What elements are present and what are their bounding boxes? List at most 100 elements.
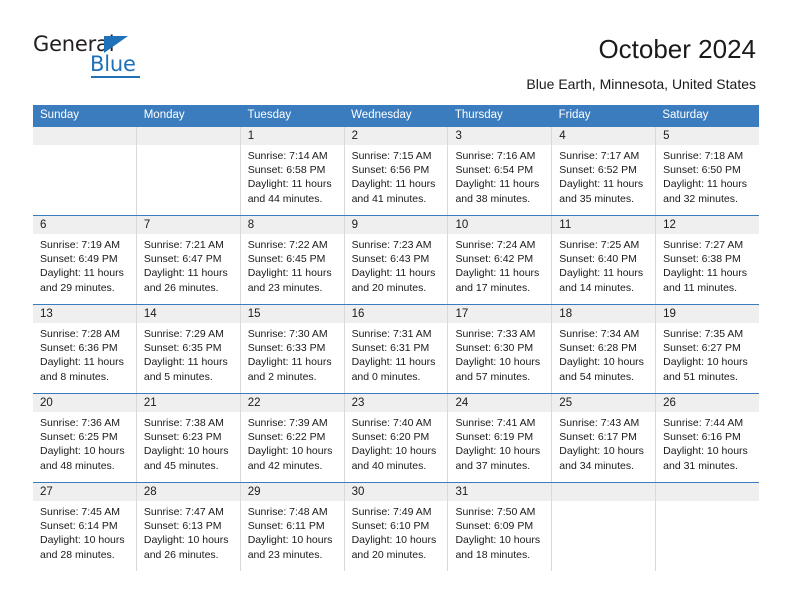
day-cell[interactable]: 30 Sunrise: 7:49 AM Sunset: 6:10 PM Dayl… bbox=[344, 483, 449, 571]
daylight-text-line1: Daylight: 11 hours bbox=[351, 267, 436, 280]
sunrise-text: Sunrise: 7:15 AM bbox=[351, 150, 432, 162]
sunrise-text: Sunrise: 7:49 AM bbox=[351, 506, 432, 518]
weekday-header-tuesday: Tuesday bbox=[247, 109, 292, 121]
day-details: Sunrise: 7:17 AM Sunset: 6:52 PM Dayligh… bbox=[552, 145, 655, 206]
day-cell[interactable]: 6 Sunrise: 7:19 AM Sunset: 6:49 PM Dayli… bbox=[33, 216, 137, 304]
day-cell[interactable]: 17 Sunrise: 7:33 AM Sunset: 6:30 PM Dayl… bbox=[448, 305, 553, 393]
daylight-text-line1: Daylight: 10 hours bbox=[455, 356, 541, 369]
day-cell[interactable] bbox=[552, 483, 657, 571]
sunrise-text: Sunrise: 7:23 AM bbox=[351, 239, 432, 251]
daylight-text-line2: and 5 minutes. bbox=[143, 370, 213, 383]
sunrise-text: Sunrise: 7:39 AM bbox=[247, 417, 328, 429]
daylight-text-line1: Daylight: 11 hours bbox=[247, 356, 332, 369]
day-cell[interactable]: 20 Sunrise: 7:36 AM Sunset: 6:25 PM Dayl… bbox=[33, 394, 137, 482]
day-number: 17 bbox=[448, 305, 552, 323]
sunset-text: Sunset: 6:09 PM bbox=[455, 520, 534, 533]
daylight-text-line2: and 23 minutes. bbox=[247, 548, 323, 561]
day-number: 26 bbox=[656, 394, 760, 412]
day-details: Sunrise: 7:24 AM Sunset: 6:42 PM Dayligh… bbox=[448, 234, 551, 295]
daylight-text-line2: and 20 minutes. bbox=[351, 548, 427, 561]
day-cell[interactable]: 8 Sunrise: 7:22 AM Sunset: 6:45 PM Dayli… bbox=[240, 216, 345, 304]
day-cell[interactable]: 4 Sunrise: 7:17 AM Sunset: 6:52 PM Dayli… bbox=[552, 127, 657, 215]
page-header: General Blue October 2024 Blue Earth, Mi… bbox=[0, 0, 792, 104]
day-cell[interactable]: 12 Sunrise: 7:27 AM Sunset: 6:38 PM Dayl… bbox=[656, 216, 760, 304]
day-cell[interactable]: 13 Sunrise: 7:28 AM Sunset: 6:36 PM Dayl… bbox=[33, 305, 137, 393]
day-cell[interactable] bbox=[136, 127, 241, 215]
sunset-text: Sunset: 6:58 PM bbox=[247, 164, 326, 177]
weekday-header-thursday: Thursday bbox=[454, 109, 503, 121]
day-number: 27 bbox=[33, 483, 136, 501]
general-blue-logo[interactable]: General Blue bbox=[33, 33, 213, 83]
sunrise-text: Sunrise: 7:21 AM bbox=[143, 239, 224, 251]
calendar-page: General Blue October 2024 Blue Earth, Mi… bbox=[0, 0, 792, 612]
day-cell[interactable] bbox=[33, 127, 137, 215]
logo-underline bbox=[91, 76, 140, 78]
day-cell[interactable]: 26 Sunrise: 7:44 AM Sunset: 6:16 PM Dayl… bbox=[656, 394, 760, 482]
week-row: 20 Sunrise: 7:36 AM Sunset: 6:25 PM Dayl… bbox=[33, 393, 760, 482]
day-cell[interactable]: 14 Sunrise: 7:29 AM Sunset: 6:35 PM Dayl… bbox=[136, 305, 241, 393]
day-number: 6 bbox=[33, 216, 136, 234]
day-cell[interactable]: 29 Sunrise: 7:48 AM Sunset: 6:11 PM Dayl… bbox=[240, 483, 345, 571]
sunrise-text: Sunrise: 7:17 AM bbox=[559, 150, 640, 162]
daylight-text-line2: and 28 minutes. bbox=[40, 548, 115, 561]
daylight-text-line1: Daylight: 11 hours bbox=[663, 178, 748, 191]
day-cell[interactable]: 21 Sunrise: 7:38 AM Sunset: 6:23 PM Dayl… bbox=[136, 394, 241, 482]
day-details: Sunrise: 7:22 AM Sunset: 6:45 PM Dayligh… bbox=[241, 234, 344, 295]
daylight-text-line2: and 32 minutes. bbox=[663, 192, 738, 205]
day-cell[interactable]: 22 Sunrise: 7:39 AM Sunset: 6:22 PM Dayl… bbox=[240, 394, 345, 482]
day-details: Sunrise: 7:16 AM Sunset: 6:54 PM Dayligh… bbox=[448, 145, 551, 206]
day-cell[interactable]: 1 Sunrise: 7:14 AM Sunset: 6:58 PM Dayli… bbox=[240, 127, 345, 215]
day-cell[interactable] bbox=[656, 483, 760, 571]
day-cell[interactable]: 31 Sunrise: 7:50 AM Sunset: 6:09 PM Dayl… bbox=[448, 483, 553, 571]
day-number: 29 bbox=[240, 483, 344, 501]
day-cell[interactable]: 2 Sunrise: 7:15 AM Sunset: 6:56 PM Dayli… bbox=[344, 127, 449, 215]
day-cell[interactable]: 10 Sunrise: 7:24 AM Sunset: 6:42 PM Dayl… bbox=[448, 216, 553, 304]
day-number: 5 bbox=[656, 127, 760, 145]
sunset-text: Sunset: 6:33 PM bbox=[247, 342, 326, 355]
weekday-header-row: Sunday Monday Tuesday Wednesday Thursday… bbox=[33, 105, 759, 126]
day-cell[interactable]: 16 Sunrise: 7:31 AM Sunset: 6:31 PM Dayl… bbox=[344, 305, 449, 393]
day-cell[interactable]: 19 Sunrise: 7:35 AM Sunset: 6:27 PM Dayl… bbox=[656, 305, 760, 393]
daylight-text-line2: and 57 minutes. bbox=[455, 370, 531, 383]
daylight-text-line1: Daylight: 10 hours bbox=[143, 534, 229, 547]
weekday-header-monday: Monday bbox=[143, 109, 185, 121]
daylight-text-line1: Daylight: 10 hours bbox=[455, 534, 541, 547]
day-cell[interactable]: 3 Sunrise: 7:16 AM Sunset: 6:54 PM Dayli… bbox=[448, 127, 553, 215]
day-details: Sunrise: 7:45 AM Sunset: 6:14 PM Dayligh… bbox=[33, 501, 136, 562]
day-details: Sunrise: 7:23 AM Sunset: 6:43 PM Dayligh… bbox=[345, 234, 448, 295]
day-cell[interactable]: 18 Sunrise: 7:34 AM Sunset: 6:28 PM Dayl… bbox=[552, 305, 657, 393]
sunset-text: Sunset: 6:19 PM bbox=[455, 431, 534, 444]
day-number: 30 bbox=[344, 483, 448, 501]
page-title: October 2024 bbox=[598, 34, 756, 64]
day-cell[interactable]: 28 Sunrise: 7:47 AM Sunset: 6:13 PM Dayl… bbox=[136, 483, 241, 571]
sunset-text: Sunset: 6:45 PM bbox=[247, 253, 326, 266]
day-number: 20 bbox=[33, 394, 136, 412]
day-details: Sunrise: 7:38 AM Sunset: 6:23 PM Dayligh… bbox=[137, 412, 240, 473]
day-cell[interactable]: 25 Sunrise: 7:43 AM Sunset: 6:17 PM Dayl… bbox=[552, 394, 657, 482]
day-number: 4 bbox=[552, 127, 656, 145]
day-details: Sunrise: 7:48 AM Sunset: 6:11 PM Dayligh… bbox=[241, 501, 344, 562]
day-number: 2 bbox=[344, 127, 448, 145]
day-cell[interactable]: 7 Sunrise: 7:21 AM Sunset: 6:47 PM Dayli… bbox=[136, 216, 241, 304]
sunset-text: Sunset: 6:28 PM bbox=[559, 342, 637, 355]
day-cell[interactable]: 23 Sunrise: 7:40 AM Sunset: 6:20 PM Dayl… bbox=[344, 394, 449, 482]
sunset-text: Sunset: 6:40 PM bbox=[559, 253, 637, 266]
daylight-text-line2: and 42 minutes. bbox=[247, 459, 323, 472]
sunset-text: Sunset: 6:50 PM bbox=[663, 164, 741, 177]
sunset-text: Sunset: 6:31 PM bbox=[351, 342, 430, 355]
day-cell[interactable]: 24 Sunrise: 7:41 AM Sunset: 6:19 PM Dayl… bbox=[448, 394, 553, 482]
day-number: 24 bbox=[448, 394, 552, 412]
sunrise-text: Sunrise: 7:41 AM bbox=[455, 417, 536, 429]
daylight-text-line2: and 41 minutes. bbox=[351, 192, 427, 205]
daylight-text-line2: and 31 minutes. bbox=[663, 459, 738, 472]
day-number bbox=[552, 483, 656, 501]
day-details bbox=[552, 501, 655, 505]
day-cell[interactable]: 5 Sunrise: 7:18 AM Sunset: 6:50 PM Dayli… bbox=[656, 127, 760, 215]
sunrise-text: Sunrise: 7:35 AM bbox=[663, 328, 744, 340]
day-cell[interactable]: 27 Sunrise: 7:45 AM Sunset: 6:14 PM Dayl… bbox=[33, 483, 137, 571]
day-cell[interactable]: 15 Sunrise: 7:30 AM Sunset: 6:33 PM Dayl… bbox=[240, 305, 345, 393]
day-number: 7 bbox=[136, 216, 240, 234]
day-cell[interactable]: 9 Sunrise: 7:23 AM Sunset: 6:43 PM Dayli… bbox=[344, 216, 449, 304]
daylight-text-line1: Daylight: 11 hours bbox=[663, 267, 748, 280]
day-cell[interactable]: 11 Sunrise: 7:25 AM Sunset: 6:40 PM Dayl… bbox=[552, 216, 657, 304]
